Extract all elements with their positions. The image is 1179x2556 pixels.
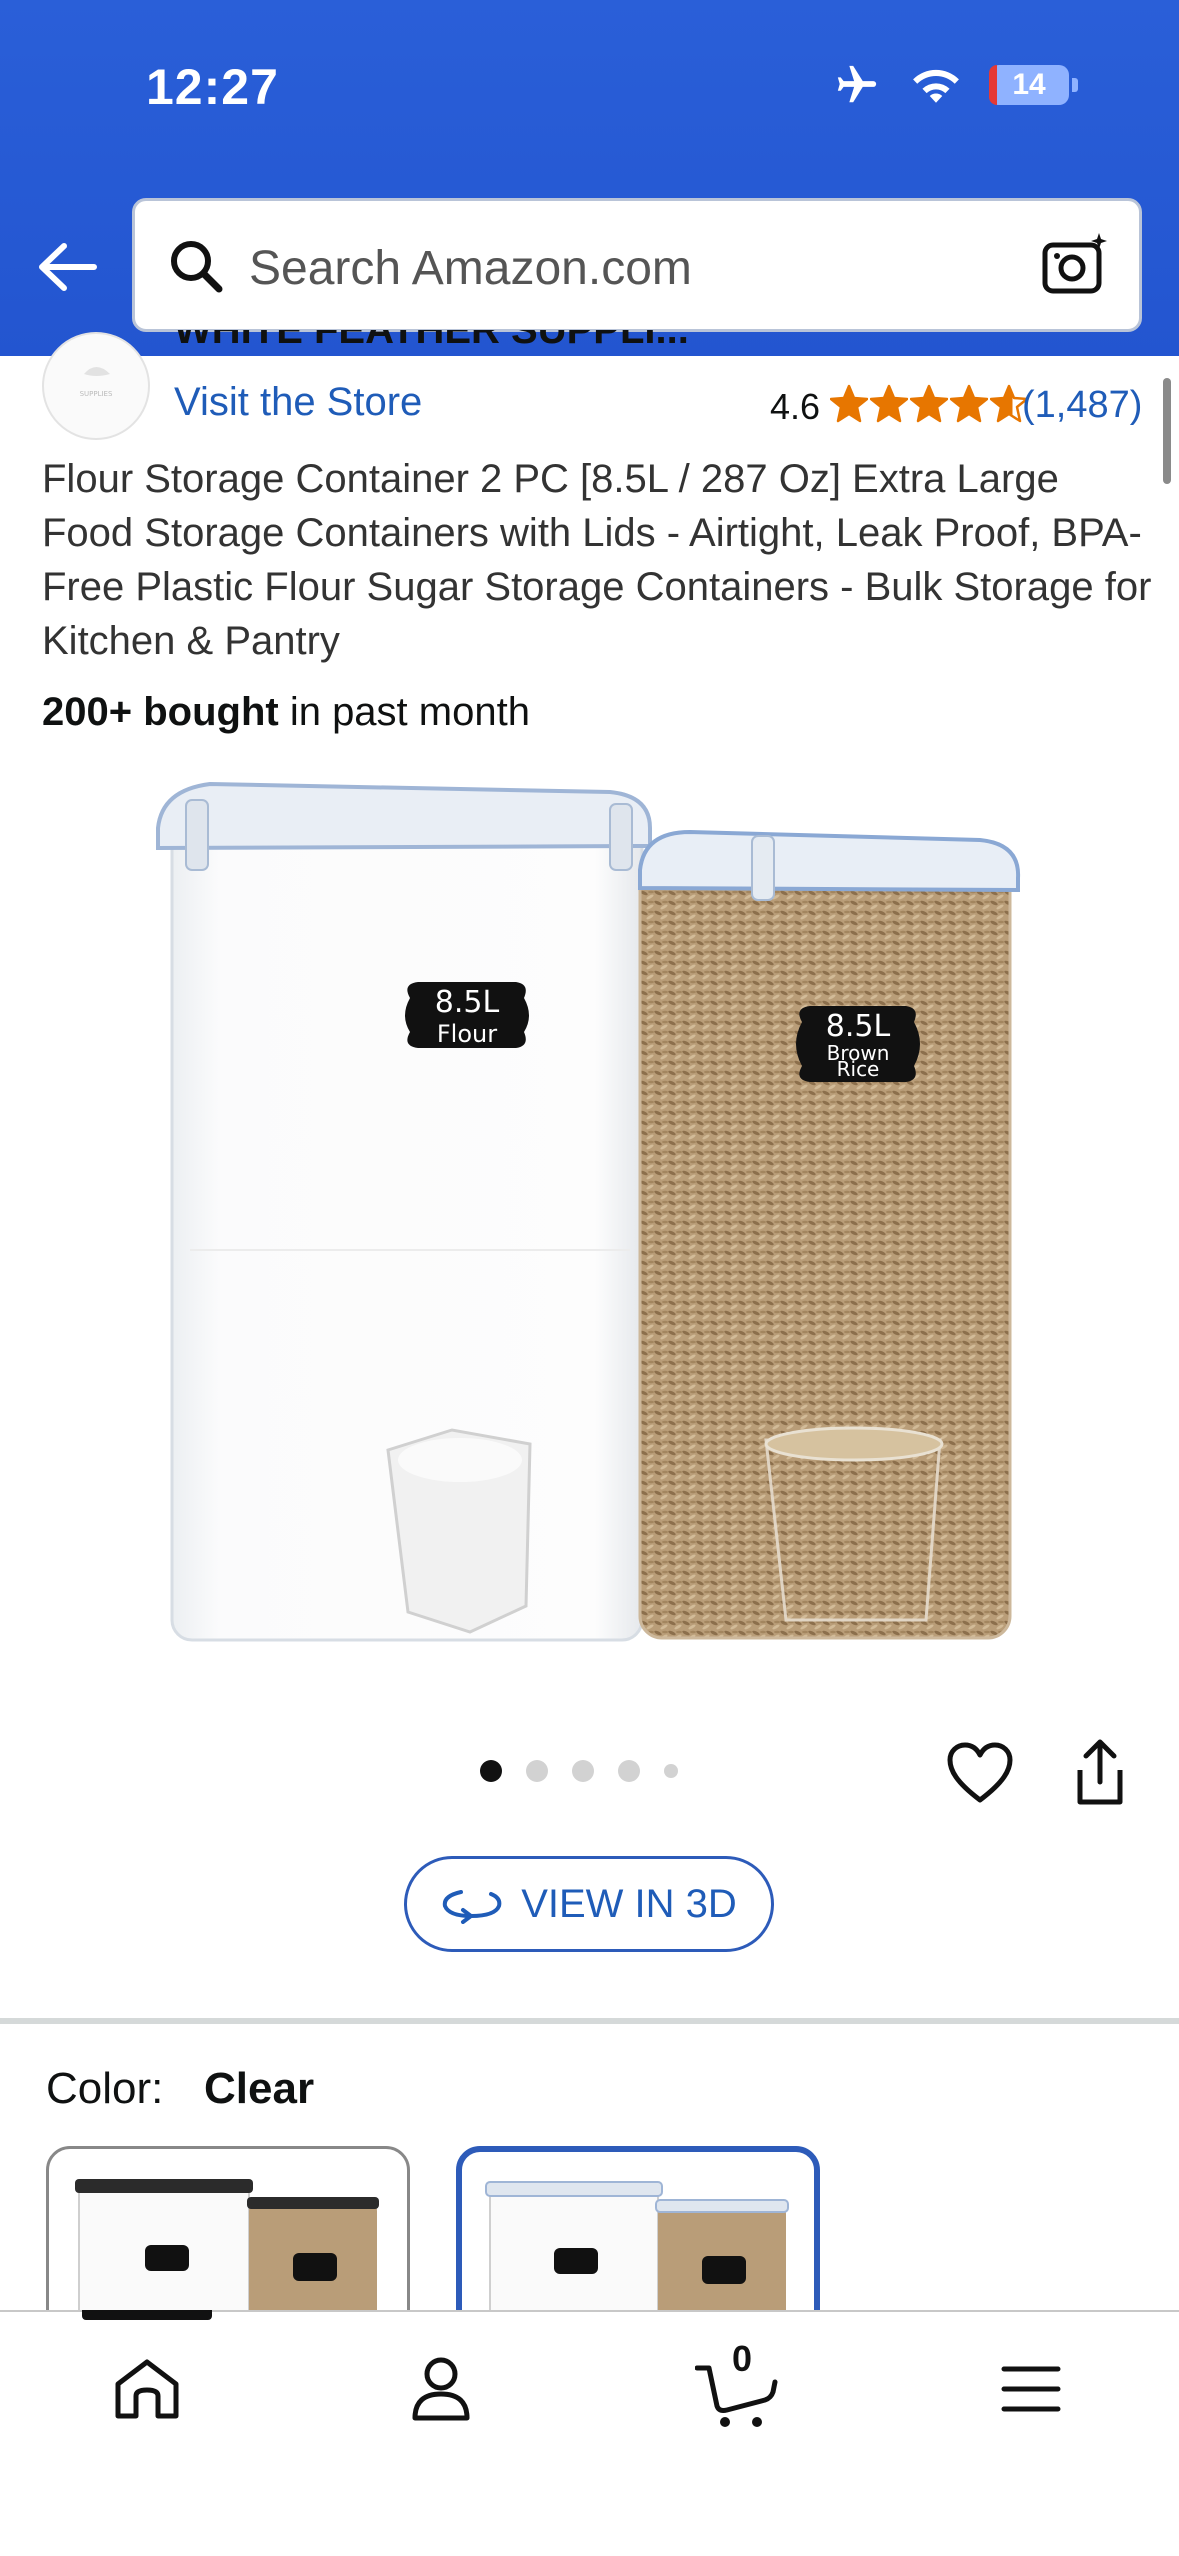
app-header: 12:27 14 Search Amazon.com [0,0,1179,356]
airplane-icon [837,65,877,103]
cart-count: 0 [732,2338,753,2379]
person-icon [412,2357,470,2421]
nav-active-indicator [82,2310,212,2320]
back-button[interactable] [32,232,102,302]
pagination-dot[interactable] [618,1760,640,1782]
search-input[interactable]: Search Amazon.com [132,198,1142,332]
search-placeholder: Search Amazon.com [249,242,692,295]
pagination-dot[interactable] [572,1760,594,1782]
product-image[interactable]: 8.5L Flour 8.5L Brown Rice [150,770,1030,1650]
nav-home[interactable] [102,2344,192,2434]
flour-label-name: Flour [437,1020,497,1048]
battery-level: 14 [1012,68,1046,101]
color-label: Color: [46,2064,164,2113]
arrow-left-icon [39,243,97,291]
store-name: WHITE FEATHER SUPPLI... [174,330,689,352]
rating-value: 4.6 [770,386,821,427]
star-icon [870,384,908,423]
star-icon [830,384,868,423]
svg-text:SUPPLIES: SUPPLIES [80,390,113,398]
section-divider [0,2018,1179,2024]
rating-stars[interactable] [830,384,1028,424]
wifi-icon [913,69,959,103]
feather-logo-icon: SUPPLIES [80,367,113,398]
battery-icon: 14 [989,65,1078,105]
rating-count-link[interactable]: (1,487) [1022,384,1142,427]
add-to-list-button[interactable] [946,1742,1014,1811]
status-time: 12:27 [146,59,279,115]
flour-label-size: 8.5L [435,985,500,1020]
share-button[interactable] [1070,1738,1130,1813]
view-in-3d-button[interactable]: VIEW IN 3D [404,1856,774,1952]
bought-count: 200+ bought [42,690,279,734]
nav-menu[interactable] [986,2344,1076,2434]
share-icon [1077,1739,1123,1805]
status-icons: 14 [831,62,1078,108]
image-pagination[interactable] [480,1760,678,1782]
nav-account[interactable] [396,2344,486,2434]
rice-label-size: 8.5L [826,1009,891,1044]
hamburger-menu-icon [1001,2366,1061,2412]
star-icon [950,384,988,423]
home-icon [115,2359,179,2419]
pagination-dot[interactable] [480,1760,502,1782]
store-logo[interactable]: SUPPLIES [42,332,150,440]
heart-icon [947,1742,1013,1803]
visit-store-link[interactable]: Visit the Store [174,380,422,425]
color-value: Clear [204,2064,315,2113]
camera-search-icon[interactable] [1039,229,1111,301]
bought-in-past-month: 200+ bought in past month [42,690,530,735]
search-icon [171,241,223,293]
view-in-3d-label: VIEW IN 3D [521,1881,737,1926]
rice-label-name-2: Rice [837,1057,880,1081]
star-icon [910,384,948,423]
pagination-dot[interactable] [664,1764,678,1778]
rotate-3d-icon [443,1890,502,1924]
product-title: Flour Storage Container 2 PC [8.5L / 287… [42,457,1152,663]
scrollbar[interactable] [1163,378,1171,484]
pagination-dot[interactable] [526,1760,548,1782]
bought-suffix: in past month [278,690,530,734]
